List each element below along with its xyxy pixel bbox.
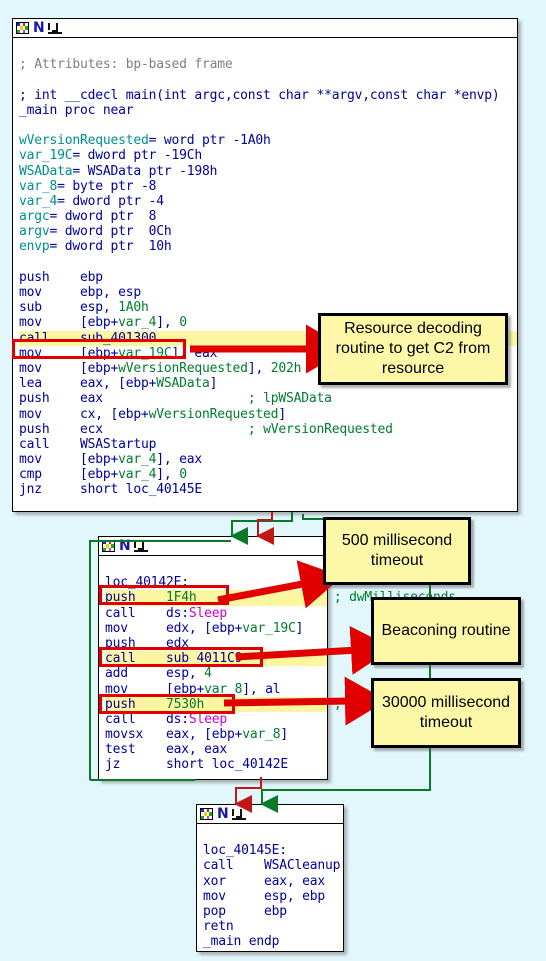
asm-line: call sub_4011C9 [105,651,327,667]
asm-line [19,255,517,270]
asm-line [203,828,343,843]
asm-line [19,72,517,87]
asm-line [19,118,517,133]
node-title-letter: N [119,538,131,554]
asm-line: pop ebp [203,903,287,919]
callout-500ms-timeout: 500 millisecond timeout [323,517,471,585]
asm-line: push ebp [19,269,103,285]
asm-line: call ds:Sleep [105,605,228,621]
code-listing-exit[interactable]: loc_40145E: call WSACleanup xor eax, eax mo… [197,824,343,954]
node-title-bar-exit: N [197,805,343,824]
asm-line: jz short loc_40142E [105,757,289,773]
asm-line: var_4= dword ptr -4 [19,193,164,209]
asm-line: movsx eax, [ebp+var_8] [105,727,289,743]
asm-line: mov ebp, esp [19,285,142,300]
ida-grid-icon [200,808,213,820]
asm-line: push 1F4h ; dwMilliseconds [105,590,456,606]
asm-line: argv= dword ptr 0Ch [19,224,172,240]
asm-line: mov cx, [ebp+wVersionRequested] [19,406,286,422]
asm-line: mov [ebp+var_8], al [105,681,281,697]
code-listing-main[interactable]: ; Attributes: bp-based frame ; int __cde… [13,38,517,502]
asm-line: mov esp, ebp [203,888,326,904]
callout-beaconing-routine: Beaconing routine [371,597,521,665]
asm-line: call WSAStartup [19,436,157,452]
graph-node-main[interactable]: N ; Attributes: bp-based frame ; int __c… [12,18,518,512]
node-title-letter: N [217,806,229,822]
code-listing-loop[interactable]: loc_40142E:push 1F4h ; dwMillisecondscal… [99,556,456,777]
graph-node-exit[interactable]: N loc_40145E: call WSACleanup xor eax, eax… [196,804,344,952]
node-title-letter: N [33,20,45,36]
node-title-bar-loop: N [99,537,327,556]
graph-node-loop[interactable]: N loc_40142E:push 1F4h ; dwMillisecondsc… [98,536,456,780]
edge-loop-to-exit [234,777,262,813]
asm-line: cmp [ebp+var_4], 0 [19,467,187,483]
asm-line: add esp, 4 [105,666,212,682]
asm-line: test eax, eax [105,742,228,758]
asm-line: ; int __cdecl main(int argc,const char *… [19,87,500,103]
asm-line [105,560,327,575]
callout-30000ms-timeout: 30000 millisecond timeout [371,678,521,748]
asm-line [19,42,517,57]
asm-line: call ds:Sleep [105,711,228,727]
asm-line: ; Attributes: bp-based frame [19,57,233,73]
asm-line: _main endp [203,934,280,950]
edge-main-to-loop [230,512,293,545]
asm-line: push edx [105,635,189,651]
node-title-bar-main: N [13,19,517,38]
graph-icon [134,540,149,553]
asm-line: var_19C= dword ptr -19Ch [19,148,203,164]
asm-line: mov edx, [ebp+var_19C] [105,620,304,636]
asm-line: call WSACleanup [203,858,341,874]
graph-icon [48,22,63,35]
asm-line: jnz short loc_40145E [19,482,203,498]
asm-line: WSAData= WSAData ptr -198h [19,163,218,179]
asm-line: wVersionRequested= word ptr -1A0h [19,133,271,149]
callout-resource-decoding: Resource decoding routine to get C2 from… [318,313,508,385]
asm-line: push 7530h ; dwMilliseconds [105,696,456,712]
asm-line: loc_40145E: [203,843,287,859]
ida-grid-icon [102,540,115,552]
asm-line: envp= dword ptr 10h [19,239,172,255]
ida-grid-icon [16,22,29,34]
asm-line: retn [203,919,265,935]
asm-line: push eax ; lpWSAData [19,391,332,407]
asm-line: push ecx ; wVersionRequested [19,421,393,437]
graph-icon [232,808,247,821]
asm-line: _main proc near [19,102,134,118]
edge-main-to-loop-red [256,512,274,545]
asm-line: mov [ebp+var_4], eax [19,452,203,468]
asm-line: xor eax, eax [203,873,326,889]
asm-line: argc= dword ptr 8 [19,209,157,225]
ida-graph-canvas: N ; Attributes: bp-based frame ; int __c… [0,0,546,961]
asm-line: var_8= byte ptr -8 [19,178,157,194]
asm-line: loc_40142E: [105,575,189,591]
